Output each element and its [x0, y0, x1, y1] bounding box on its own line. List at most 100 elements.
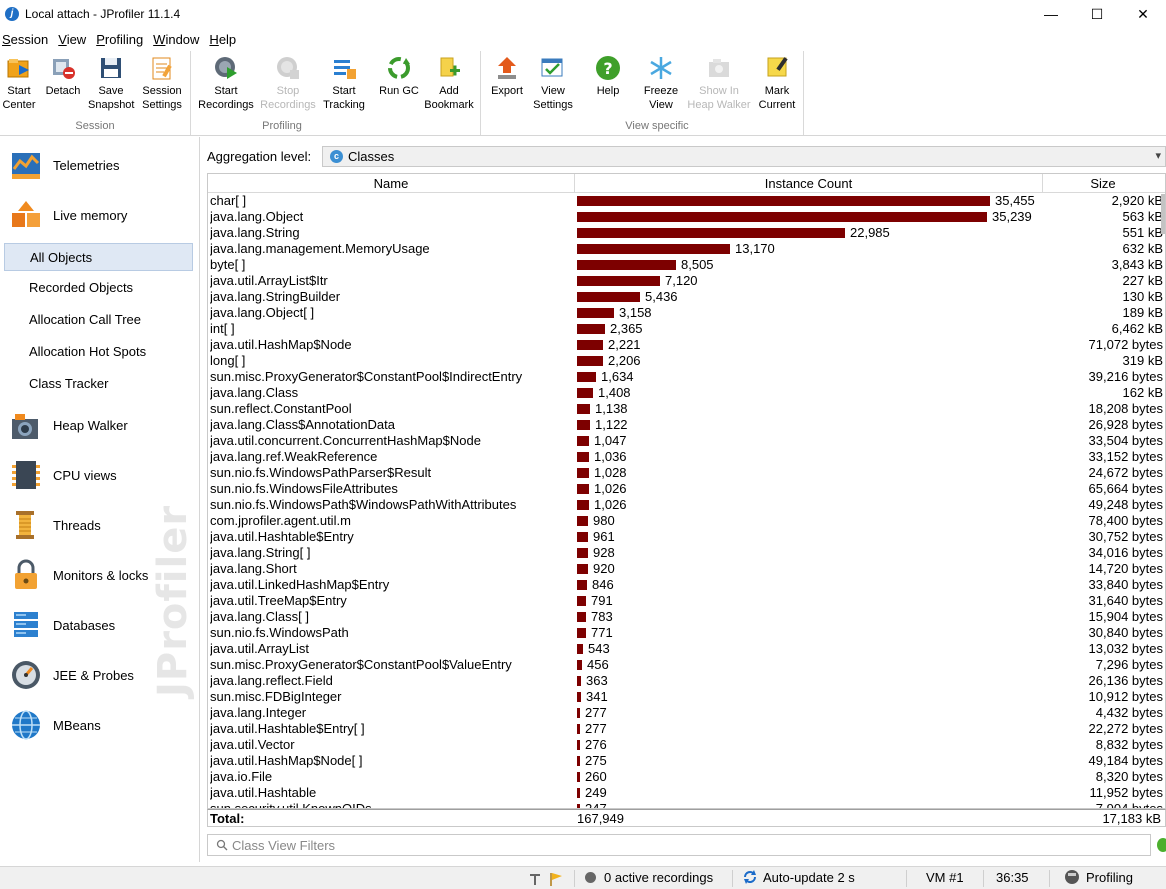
- table-row[interactable]: java.lang.String[ ] 928 34,016 bytes: [208, 545, 1165, 561]
- sidebar-item-telemetries[interactable]: Telemetries: [10, 145, 195, 185]
- table-row[interactable]: java.lang.Short 920 14,720 bytes: [208, 561, 1165, 577]
- auto-update-status[interactable]: Auto-update 2 s: [742, 867, 855, 889]
- save-snapshot-button[interactable]: Save Snapshot: [88, 53, 134, 113]
- table-row[interactable]: sun.misc.FDBigInteger 341 10,912 bytes: [208, 689, 1165, 705]
- table-row[interactable]: com.jprofiler.agent.util.m 980 78,400 byte…: [208, 513, 1165, 529]
- detach-button[interactable]: Detach: [42, 53, 84, 113]
- sidebar-item-databases[interactable]: Databases: [10, 605, 195, 645]
- column-header-name[interactable]: Name: [208, 174, 575, 193]
- apply-filter-icon[interactable]: [1157, 838, 1166, 852]
- table-row[interactable]: java.util.HashMap$Node[ ] 275 49,184 bytes: [208, 753, 1165, 769]
- table-row[interactable]: java.util.Hashtable 249 11,952 bytes: [208, 785, 1165, 801]
- instance-count-cell: 2,206: [608, 353, 641, 368]
- table-row[interactable]: sun.nio.fs.WindowsPath 771 30,840 bytes: [208, 625, 1165, 641]
- menu-help[interactable]: Help: [207, 30, 238, 50]
- menu-profiling[interactable]: Profiling: [94, 30, 145, 50]
- table-row[interactable]: sun.misc.ProxyGenerator$ConstantPool$Val…: [208, 657, 1165, 673]
- minimize-button[interactable]: —: [1028, 0, 1074, 28]
- table-row[interactable]: sun.nio.fs.WindowsPath$WindowsPathWithAt…: [208, 497, 1165, 513]
- sidebar-item-live-memory[interactable]: Live memory: [10, 195, 195, 235]
- menu-view[interactable]: View: [56, 30, 88, 50]
- freeze-view-button[interactable]: Freeze View: [640, 53, 682, 113]
- export-icon: [494, 55, 520, 81]
- size-cell: 563 kB: [1122, 209, 1163, 224]
- menu-session[interactable]: Session: [0, 30, 50, 50]
- table-row[interactable]: java.lang.reflect.Field 363 26,136 bytes: [208, 673, 1165, 689]
- table-row[interactable]: int[ ] 2,365 6,462 kB: [208, 321, 1165, 337]
- table-total-row: Total: 167,949 17,183 kB: [207, 809, 1166, 827]
- start-tracking-button[interactable]: Start Tracking: [321, 53, 367, 113]
- vertical-scrollbar[interactable]: [1161, 194, 1165, 234]
- pin-icon[interactable]: [527, 867, 543, 889]
- table-row[interactable]: java.lang.StringBuilder 5,436 130 kB: [208, 289, 1165, 305]
- view-settings-button[interactable]: View Settings: [530, 53, 576, 113]
- instance-count-bar: [577, 756, 580, 766]
- show-in-heap-walker-button[interactable]: Show In Heap Walker: [686, 53, 752, 113]
- table-row[interactable]: sun.nio.fs.WindowsFileAttributes 1,026 65,…: [208, 481, 1165, 497]
- instance-count-cell: 275: [585, 753, 607, 768]
- run-gc-button[interactable]: Run GC: [378, 53, 420, 113]
- table-row[interactable]: java.lang.Integer 277 4,432 bytes: [208, 705, 1165, 721]
- table-row[interactable]: byte[ ] 8,505 3,843 kB: [208, 257, 1165, 273]
- sidebar-item-cpu-views[interactable]: CPU views: [10, 455, 195, 495]
- table-row[interactable]: java.lang.Object[ ] 3,158 189 kB: [208, 305, 1165, 321]
- size-cell: 22,272 bytes: [1088, 721, 1163, 736]
- session-settings-button[interactable]: Session Settings: [140, 53, 184, 113]
- table-row[interactable]: java.lang.Class$AnnotationData 1,122 26,92…: [208, 417, 1165, 433]
- freeze-view-icon: [648, 55, 674, 81]
- add-bookmark-button[interactable]: Add Bookmark: [424, 53, 474, 113]
- sidebar-item-threads[interactable]: Threads: [10, 505, 195, 545]
- table-row[interactable]: java.util.concurrent.ConcurrentHashMap$N…: [208, 433, 1165, 449]
- instance-count-cell: 363: [586, 673, 608, 688]
- table-row[interactable]: java.lang.Class 1,408 162 kB: [208, 385, 1165, 401]
- table-row[interactable]: java.lang.ref.WeakReference 1,036 33,152 b…: [208, 449, 1165, 465]
- table-row[interactable]: java.util.LinkedHashMap$Entry 846 33,840 b…: [208, 577, 1165, 593]
- menu-window[interactable]: Window: [151, 30, 201, 50]
- export-button[interactable]: Export: [488, 53, 526, 113]
- close-button[interactable]: ✕: [1120, 0, 1166, 28]
- table-row[interactable]: char[ ] 35,455 2,920 kB: [208, 193, 1165, 209]
- sidebar-item-jee-probes[interactable]: JEE & Probes: [10, 655, 195, 695]
- stop-recordings-button[interactable]: Stop Recordings: [259, 53, 317, 113]
- sidebar-item-class-tracker[interactable]: Class Tracker: [4, 370, 193, 398]
- column-header-size[interactable]: Size: [1043, 174, 1163, 193]
- sidebar-item-mbeans[interactable]: MBeans: [10, 705, 195, 745]
- table-row[interactable]: java.lang.management.MemoryUsage 13,170 63…: [208, 241, 1165, 257]
- flag-icon[interactable]: [548, 867, 564, 889]
- table-row[interactable]: java.lang.String 22,985 551 kB: [208, 225, 1165, 241]
- table-row[interactable]: java.util.ArrayList 543 13,032 bytes: [208, 641, 1165, 657]
- table-row[interactable]: sun.security.util.KnownOIDs 247 7,904 byte…: [208, 801, 1165, 808]
- aggregation-select[interactable]: c Classes ▾: [322, 146, 1166, 167]
- mark-current-button[interactable]: Mark Current: [756, 53, 798, 113]
- table-row[interactable]: java.util.ArrayList$Itr 7,120 227 kB: [208, 273, 1165, 289]
- telemetries-icon: [10, 149, 42, 181]
- table-row[interactable]: java.util.HashMap$Node 2,221 71,072 bytes: [208, 337, 1165, 353]
- table-row[interactable]: java.lang.Object 35,239 563 kB: [208, 209, 1165, 225]
- table-row[interactable]: sun.misc.ProxyGenerator$ConstantPool$Ind…: [208, 369, 1165, 385]
- start-center-button[interactable]: Start Center: [2, 53, 36, 113]
- sidebar-item-monitors-locks[interactable]: Monitors & locks: [10, 555, 195, 595]
- table-row[interactable]: java.util.Vector 276 8,832 bytes: [208, 737, 1165, 753]
- table-row[interactable]: java.lang.Class[ ] 783 15,904 bytes: [208, 609, 1165, 625]
- sidebar-item-allocation-hot-spots[interactable]: Allocation Hot Spots: [4, 338, 193, 366]
- table-row[interactable]: java.util.TreeMap$Entry 791 31,640 bytes: [208, 593, 1165, 609]
- sidebar-item-recorded-objects[interactable]: Recorded Objects: [4, 274, 193, 302]
- column-header-instance-count[interactable]: Instance Count: [575, 174, 1043, 193]
- help-button[interactable]: ? Help: [590, 53, 626, 113]
- class-name-cell: java.lang.Short: [210, 561, 297, 576]
- sidebar-item-allocation-call-tree[interactable]: Allocation Call Tree: [4, 306, 193, 334]
- table-row[interactable]: long[ ] 2,206 319 kB: [208, 353, 1165, 369]
- class-view-filter-input[interactable]: Class View Filters: [207, 834, 1151, 856]
- table-row[interactable]: sun.nio.fs.WindowsPathParser$Result 1,028…: [208, 465, 1165, 481]
- sidebar-item-all-objects[interactable]: All Objects: [4, 243, 193, 271]
- table-row[interactable]: java.io.File 260 8,320 bytes: [208, 769, 1165, 785]
- table-row[interactable]: java.util.Hashtable$Entry[ ] 277 22,272 by…: [208, 721, 1165, 737]
- instance-count-cell: 543: [588, 641, 610, 656]
- maximize-button[interactable]: ☐: [1074, 0, 1120, 28]
- sidebar-item-heap-walker[interactable]: Heap Walker: [10, 405, 195, 445]
- start-recordings-button[interactable]: Start Recordings: [198, 53, 254, 113]
- table-row[interactable]: java.util.Hashtable$Entry 961 30,752 bytes: [208, 529, 1165, 545]
- size-cell: 24,672 bytes: [1088, 465, 1163, 480]
- table-row[interactable]: sun.reflect.ConstantPool 1,138 18,208 byte…: [208, 401, 1165, 417]
- instance-count-cell: 771: [591, 625, 613, 640]
